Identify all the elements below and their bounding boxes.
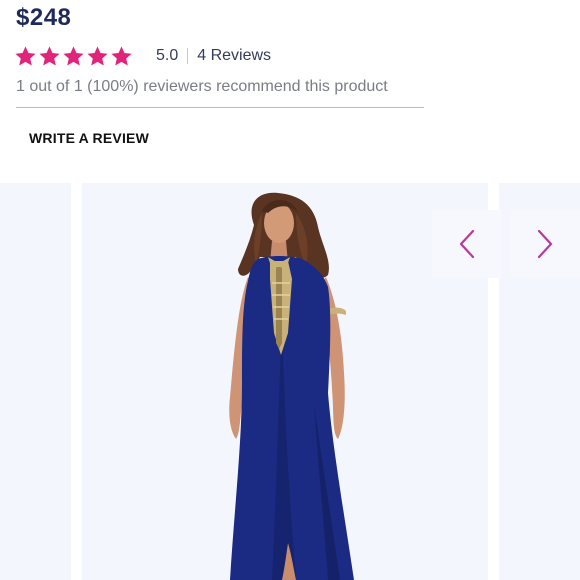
- recommend-summary: 1 out of 1 (100%) reviewers recommend th…: [16, 78, 388, 95]
- rating-divider: [187, 48, 189, 64]
- star-icon: [15, 45, 36, 66]
- write-review-button[interactable]: WRITE A REVIEW: [29, 130, 149, 146]
- carousel-slide-previous[interactable]: [0, 183, 71, 580]
- reviews-count-link[interactable]: 4 Reviews: [197, 47, 271, 65]
- rating-score: 5.0: [156, 47, 179, 64]
- star-icon: [87, 45, 108, 66]
- chevron-right-icon: [537, 229, 553, 259]
- product-page: $248 5.0 4 Reviews 1 out of 1 (100%) rev…: [0, 0, 580, 580]
- star-rating: [14, 45, 134, 68]
- carousel-prev-button[interactable]: [432, 210, 502, 278]
- carousel-next-button[interactable]: [510, 210, 580, 278]
- carousel-slide-current[interactable]: [82, 183, 488, 580]
- star-icon: [63, 45, 84, 66]
- product-photo: [229, 192, 354, 580]
- product-price: $248: [16, 4, 72, 31]
- star-icon: [111, 45, 132, 66]
- rating-summary: 5.0 4 Reviews: [14, 42, 271, 70]
- section-divider: [16, 107, 424, 108]
- star-icon: [39, 45, 60, 66]
- chevron-left-icon: [459, 229, 475, 259]
